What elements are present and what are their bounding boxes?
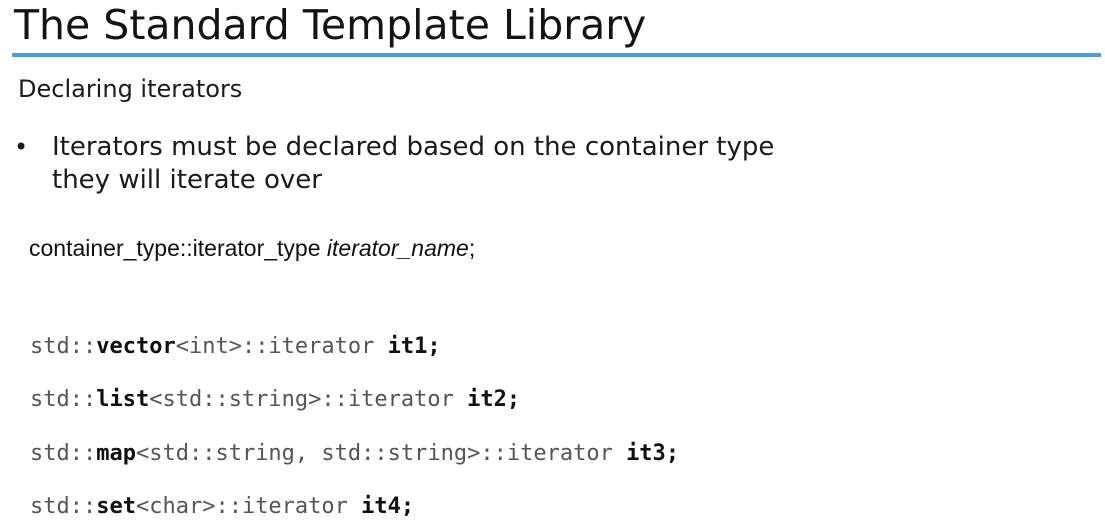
code-semicolon: ;: [665, 441, 680, 466]
code-semicolon: ;: [400, 494, 415, 519]
bullet-marker: •: [14, 133, 29, 161]
code-prefix: std::: [30, 494, 97, 519]
code-identifier: it3: [626, 441, 666, 466]
syntax-suffix: ;: [468, 235, 476, 261]
code-line-map: std::map<std::string, std::string>::iter…: [30, 439, 679, 469]
code-keyword: vector: [96, 334, 176, 359]
slide-subtitle: Declaring iterators: [18, 75, 243, 103]
code-semicolon: ;: [427, 334, 441, 359]
code-keyword: map: [96, 441, 136, 466]
code-identifier: it1: [387, 334, 428, 359]
code-identifier: it4: [361, 494, 401, 519]
bullet-text-line-1: Iterators must be declared based on the …: [52, 132, 775, 162]
code-keyword: set: [96, 494, 136, 519]
syntax-iterator-name: iterator_name: [326, 235, 469, 261]
code-prefix: std::: [30, 387, 97, 412]
slide-title: The Standard Template Library: [14, 1, 647, 49]
title-underline: [12, 53, 1101, 57]
code-keyword: list: [96, 387, 150, 412]
code-identifier: it2: [467, 387, 507, 412]
syntax-prefix: container_type::iterator_type: [29, 235, 327, 261]
bullet-text-line-2: they will iterate over: [52, 165, 322, 195]
code-prefix: std::: [30, 441, 97, 466]
code-type: <std::string>::iterator: [149, 387, 468, 412]
code-line-vector: std::vector<int>::iterator it1;: [30, 332, 441, 362]
code-type: <char>::iterator: [135, 494, 362, 519]
syntax-template: container_type::iterator_type iterator_n…: [29, 233, 475, 263]
code-semicolon: ;: [506, 387, 521, 412]
code-line-list: std::list<std::string>::iterator it2;: [30, 385, 520, 415]
code-type: <std::string, std::string>::iterator: [135, 441, 627, 466]
code-prefix: std::: [30, 334, 97, 359]
bullet-text: Iterators must be declared based on the …: [52, 131, 812, 197]
slide: The Standard Template Library Declaring …: [0, 0, 1105, 530]
code-type: <int>::iterator: [175, 334, 388, 359]
code-line-set: std::set<char>::iterator it4;: [30, 492, 414, 522]
